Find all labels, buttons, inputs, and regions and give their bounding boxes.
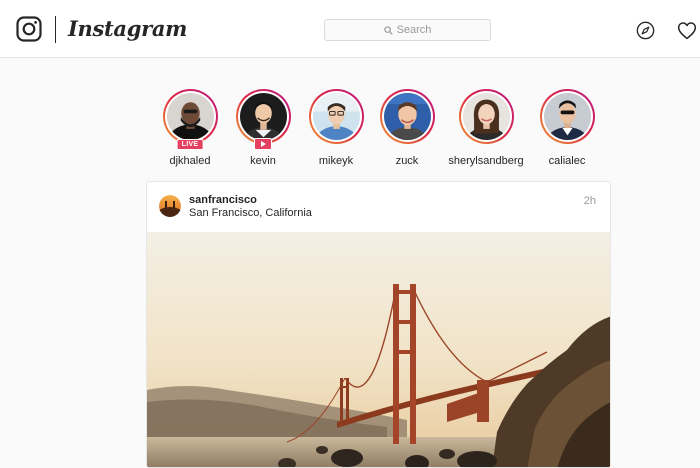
story-username: sherylsandberg bbox=[448, 155, 524, 167]
instagram-logo[interactable]: Instagram bbox=[68, 12, 187, 46]
story-item[interactable]: LIVE djkhaled bbox=[148, 89, 232, 167]
story-item[interactable]: kevin bbox=[221, 89, 305, 167]
story-ring bbox=[308, 89, 364, 144]
story-ring bbox=[458, 89, 514, 144]
avatar bbox=[543, 93, 591, 140]
story-ring bbox=[539, 89, 595, 144]
story-item[interactable]: sherylsandberg bbox=[444, 89, 528, 167]
story-ring: LIVE bbox=[162, 89, 218, 150]
story-item[interactable]: calialec bbox=[525, 89, 609, 167]
story-username: kevin bbox=[250, 155, 276, 167]
instagram-camera-icon[interactable] bbox=[16, 16, 42, 42]
story-username: djkhaled bbox=[169, 155, 211, 167]
post-location[interactable]: San Francisco, California bbox=[189, 207, 312, 219]
avatar bbox=[166, 93, 214, 140]
story-item[interactable]: zuck bbox=[365, 89, 449, 167]
story-username: zuck bbox=[395, 155, 419, 167]
avatar bbox=[312, 93, 360, 140]
search-placeholder: Search bbox=[396, 24, 432, 36]
header-divider bbox=[55, 16, 56, 43]
top-navigation-bar: Instagram Search bbox=[0, 0, 700, 58]
story-ring bbox=[235, 89, 291, 150]
post-username[interactable]: sanfrancisco bbox=[189, 194, 257, 206]
play-icon bbox=[254, 138, 272, 150]
post-photo[interactable] bbox=[147, 232, 611, 468]
live-badge: LIVE bbox=[176, 139, 204, 150]
search-icon bbox=[383, 25, 393, 35]
avatar bbox=[462, 93, 510, 140]
feed-post: sanfrancisco San Francisco, California 2… bbox=[146, 181, 611, 468]
post-avatar[interactable] bbox=[159, 195, 181, 217]
avatar bbox=[239, 93, 287, 140]
explore-compass-icon[interactable] bbox=[636, 21, 655, 40]
avatar bbox=[383, 93, 431, 140]
heart-icon[interactable] bbox=[677, 21, 697, 40]
story-username: calialec bbox=[548, 155, 586, 167]
story-ring bbox=[379, 89, 435, 144]
search-input[interactable]: Search bbox=[324, 19, 491, 41]
post-timestamp: 2h bbox=[583, 195, 596, 207]
